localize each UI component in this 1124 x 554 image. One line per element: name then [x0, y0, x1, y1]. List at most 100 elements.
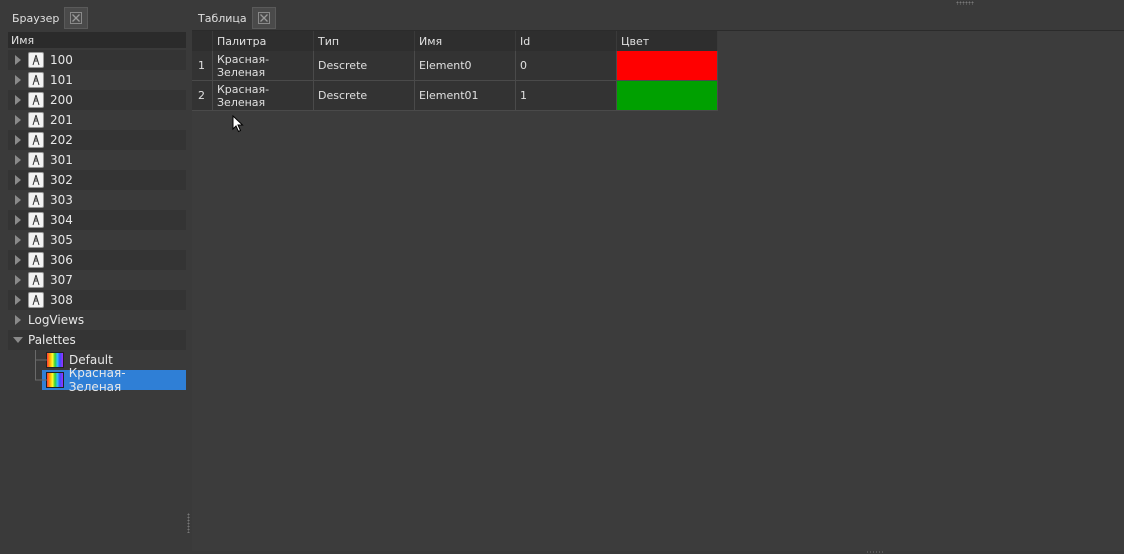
color-swatch — [617, 51, 717, 80]
palette-icon — [46, 352, 64, 368]
well-icon — [28, 292, 44, 308]
expand-arrow-icon[interactable] — [8, 235, 28, 245]
expand-arrow-icon[interactable] — [8, 275, 28, 285]
tree-item-305[interactable]: 305 — [8, 230, 186, 250]
column-header-type[interactable]: Тип — [313, 31, 415, 51]
cell-palette[interactable]: Красная-Зеленая — [212, 80, 314, 111]
table-close-button[interactable] — [251, 7, 276, 29]
palette-icon — [46, 372, 64, 388]
tree-item-label: 301 — [50, 153, 73, 167]
tree-item-label: Palettes — [28, 333, 76, 347]
expand-arrow-icon[interactable] — [8, 75, 28, 85]
close-icon — [70, 12, 83, 24]
tree-branch-lines — [35, 350, 47, 370]
browser-column-header[interactable]: Имя — [8, 32, 186, 48]
well-icon — [28, 272, 44, 288]
expand-arrow-icon[interactable] — [8, 175, 28, 185]
well-icon — [28, 72, 44, 88]
tree-item-label: 303 — [50, 193, 73, 207]
tree-item-label: 101 — [50, 73, 73, 87]
tree-item-label: 201 — [50, 113, 73, 127]
tree-item-label: 306 — [50, 253, 73, 267]
close-icon — [257, 12, 270, 24]
table-row[interactable]: 1 Красная-Зеленая Descrete Element0 0 — [192, 51, 718, 81]
selection-highlight: Красная-Зеленая — [42, 366, 186, 394]
splitter-grip-vertical[interactable] — [187, 513, 190, 533]
tree-item-label: 308 — [50, 293, 73, 307]
expand-arrow-icon[interactable] — [8, 155, 28, 165]
expand-arrow-icon[interactable] — [8, 95, 28, 105]
mouse-cursor-icon — [232, 115, 244, 133]
tree-branch-lines — [35, 370, 47, 381]
tree-item-label: 202 — [50, 133, 73, 147]
cell-type[interactable]: Descrete — [313, 80, 415, 111]
tree-item-palette-red-green[interactable]: Красная-Зеленая — [8, 366, 186, 394]
well-icon — [28, 172, 44, 188]
column-header-color[interactable]: Цвет — [616, 31, 718, 51]
expand-arrow-icon[interactable] — [8, 195, 28, 205]
column-header-palette[interactable]: Палитра — [212, 31, 314, 51]
cell-palette[interactable]: Красная-Зеленая — [212, 51, 314, 81]
tree-item-label: Default — [69, 353, 113, 367]
tree-item-101[interactable]: 101 — [8, 70, 186, 90]
tree-item-logviews[interactable]: LogViews — [8, 310, 186, 330]
tree-item-100[interactable]: 100 — [8, 50, 186, 70]
browser-panel-header: Браузер — [12, 6, 89, 30]
tree-item-palettes[interactable]: Palettes — [8, 330, 186, 350]
tree-item-303[interactable]: 303 — [8, 190, 186, 210]
tree-item-label: 304 — [50, 213, 73, 227]
table-panel-title: Таблица — [198, 11, 247, 25]
cell-color[interactable] — [616, 80, 718, 111]
row-number[interactable]: 2 — [192, 80, 213, 111]
expand-arrow-icon[interactable] — [8, 295, 28, 305]
palette-table: Палитра Тип Имя Id Цвет 1 Красная-Зелена… — [192, 31, 718, 111]
well-icon — [28, 52, 44, 68]
tree-item-308[interactable]: 308 — [8, 290, 186, 310]
browser-panel: Браузер Имя 100 101 200 201 202 301 302 … — [0, 0, 186, 554]
collapse-arrow-icon[interactable] — [8, 337, 28, 343]
well-icon — [28, 232, 44, 248]
expand-arrow-icon[interactable] — [8, 55, 28, 65]
tree-item-label: LogViews — [28, 313, 85, 327]
row-number[interactable]: 1 — [192, 51, 213, 81]
tree-item-304[interactable]: 304 — [8, 210, 186, 230]
expand-arrow-icon[interactable] — [8, 115, 28, 125]
expand-arrow-icon[interactable] — [8, 255, 28, 265]
expand-arrow-icon[interactable] — [8, 315, 28, 325]
column-header-name[interactable]: Имя — [414, 31, 516, 51]
tree-item-label: Красная-Зеленая — [68, 366, 126, 394]
tree-item-label: 302 — [50, 173, 73, 187]
well-icon — [28, 152, 44, 168]
table-panel-header: Таблица — [198, 6, 276, 30]
browser-close-button[interactable] — [64, 7, 89, 29]
cell-id[interactable]: 0 — [515, 51, 617, 81]
corner-header[interactable] — [192, 31, 213, 51]
tree-item-302[interactable]: 302 — [8, 170, 186, 190]
column-header-id[interactable]: Id — [515, 31, 617, 51]
well-icon — [28, 112, 44, 128]
tree-item-200[interactable]: 200 — [8, 90, 186, 110]
cell-id[interactable]: 1 — [515, 80, 617, 111]
table-panel: Палитра Тип Имя Id Цвет 1 Красная-Зелена… — [192, 30, 1124, 551]
tree-item-label: 200 — [50, 93, 73, 107]
cell-type[interactable]: Descrete — [313, 51, 415, 81]
table-row[interactable]: 2 Красная-Зеленая Descrete Element01 1 — [192, 80, 718, 111]
well-icon — [28, 132, 44, 148]
well-icon — [28, 212, 44, 228]
well-icon — [28, 192, 44, 208]
tree-item-301[interactable]: 301 — [8, 150, 186, 170]
column-header-name: Имя — [11, 33, 35, 47]
tree-item-201[interactable]: 201 — [8, 110, 186, 130]
tree-item-202[interactable]: 202 — [8, 130, 186, 150]
well-icon — [28, 252, 44, 268]
tree-item-label: 307 — [50, 273, 73, 287]
cell-name[interactable]: Element0 — [414, 51, 516, 81]
tree-item-307[interactable]: 307 — [8, 270, 186, 290]
color-swatch — [617, 81, 717, 110]
expand-arrow-icon[interactable] — [8, 135, 28, 145]
cell-color[interactable] — [616, 51, 718, 81]
splitter-grip-top[interactable] — [956, 1, 974, 5]
tree-item-306[interactable]: 306 — [8, 250, 186, 270]
cell-name[interactable]: Element01 — [414, 80, 516, 111]
expand-arrow-icon[interactable] — [8, 215, 28, 225]
